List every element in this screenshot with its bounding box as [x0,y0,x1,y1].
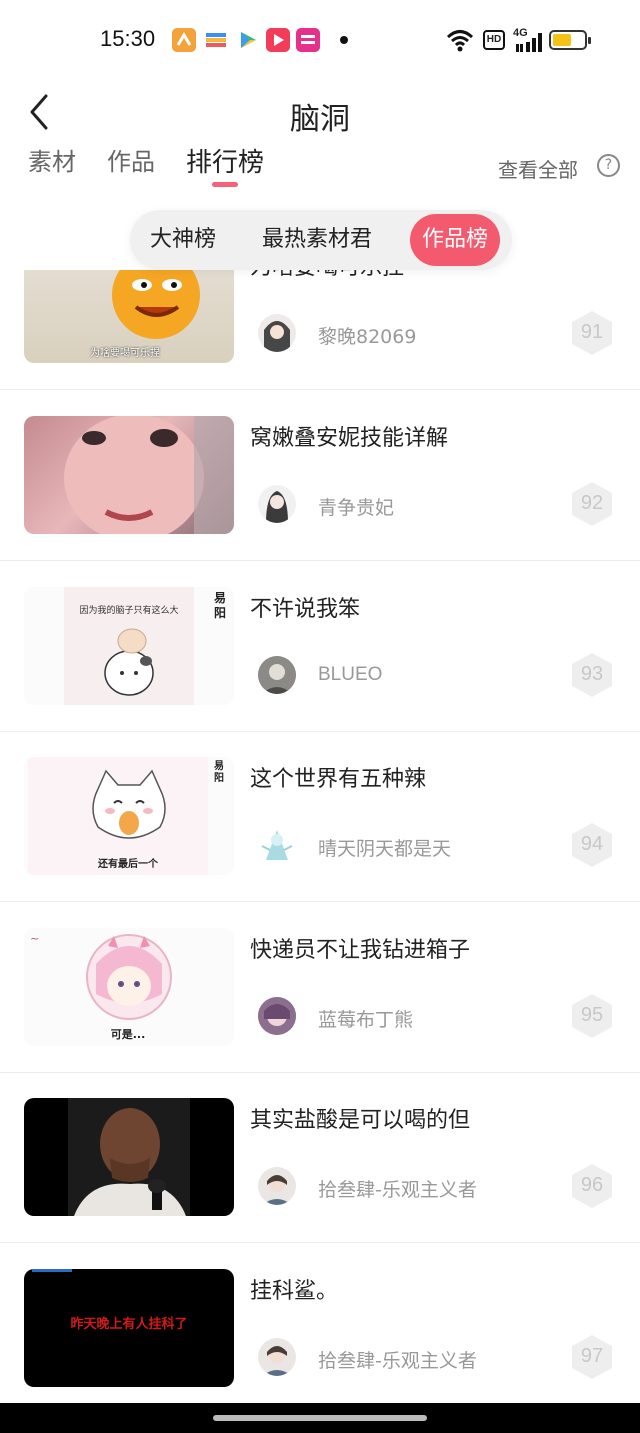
author-name: 拾叁肆-乐观主义者 [318,1350,477,1372]
thumbnail-caption: 昨天晚上有人挂科了 [70,1317,188,1332]
wallet-app-icon [204,28,228,52]
segment-works[interactable]: 作品榜 [410,214,500,266]
rank-badge: 91 [570,309,614,357]
rank-number: 95 [580,1004,604,1026]
list-item[interactable]: 昨天晚上有人挂科了 挂科鲨。 拾叁肆-乐观主义者 97 [0,1243,640,1403]
video-thumbnail [24,416,234,534]
tab-materials[interactable]: 素材 [28,142,76,177]
avatar[interactable] [258,485,296,523]
status-bar: 15:30 HD 4G [0,0,640,80]
avatar[interactable] [258,826,296,864]
thumbnail-caption: 因为我的脑子只有这么大 [79,606,179,616]
video-thumbnail: ~ 可是... [24,928,234,1046]
avatar[interactable] [258,1167,296,1205]
author-name: 蓝莓布丁熊 [318,1009,414,1031]
author-name: 晴天阴天都是天 [318,838,452,860]
thumbnail-caption: 还有最后一个 [98,859,158,870]
thumbnail-caption: 可是... [110,1028,146,1041]
thumbnail-side-text: 易阳 [214,591,227,620]
item-title: 这个世界有五种辣 [250,767,427,792]
list-item[interactable]: 为啥要喝可乐捏 为啥要喝可乐捏 黎晚82069 91 [0,270,640,390]
item-title: 为啥要喝可乐捏 [250,270,404,281]
list-item[interactable]: 因为我的脑子只有这么大 易阳 不许说我笨 BLUEO 93 [0,561,640,732]
play-store-icon [236,28,260,52]
author-name: 拾叁肆-乐观主义者 [318,1179,477,1201]
item-title: 快递员不让我钻进箱子 [250,938,471,963]
rank-badge: 96 [570,1162,614,1210]
author-name: 青争贵妃 [318,497,395,519]
rank-number: 94 [580,833,604,855]
rank-badge: 92 [570,480,614,528]
hd-badge: HD [483,30,505,50]
pink-app-icon [296,28,320,52]
signal-icon [516,33,542,52]
avatar[interactable] [258,314,296,352]
list-item[interactable]: ~ 可是... 快递员不让我钻进箱子 蓝莓布丁熊 95 [0,902,640,1073]
video-thumbnail: 还有最后一个 易阳 [24,757,234,875]
ranking-segment-control: 大神榜 最热素材君 作品榜 [130,210,512,270]
orange-app-icon [172,28,196,52]
thumbnail-caption: 为啥要喝可乐捏 [90,348,160,359]
ranking-list: 为啥要喝可乐捏 为啥要喝可乐捏 黎晚82069 91 [0,270,640,1403]
avatar[interactable] [258,1338,296,1376]
list-item[interactable]: 其实盐酸是可以喝的但 拾叁肆-乐观主义者 96 [0,1072,640,1243]
rank-badge: 93 [570,651,614,699]
tab-ranking[interactable]: 排行榜 [186,142,264,179]
video-thumbnail: 因为我的脑子只有这么大 易阳 [24,587,234,705]
segment-masters[interactable]: 大神榜 [150,210,216,270]
item-title: 挂科鲨。 [250,1279,339,1304]
rank-number: 92 [580,492,604,514]
thumbnail-side-text: 易阳 [214,761,224,784]
app-screen: 15:30 HD 4G 脑洞 素材 作品 排行榜 查看全部 ? 为啥要喝可乐捏 … [0,0,640,1433]
author-name: BLUEO [318,664,383,685]
video-thumbnail [24,1098,234,1216]
video-app-icon [266,28,290,52]
content-tabs: 素材 作品 排行榜 查看全部 ? [0,142,640,192]
wifi-icon [446,30,474,52]
help-icon[interactable]: ? [597,154,620,177]
home-indicator[interactable] [213,1415,427,1421]
rank-number: 96 [580,1174,604,1196]
list-item[interactable]: 还有最后一个 易阳 这个世界有五种辣 晴天阴天都是天 94 [0,731,640,902]
author-name: 黎晚82069 [318,326,417,348]
segment-hot-creators[interactable]: 最热素材君 [262,210,372,270]
page-title: 脑洞 [290,102,350,137]
rank-number: 91 [580,321,604,343]
thumbnail-logo: ~ [30,932,40,945]
rank-badge: 94 [570,821,614,869]
rank-badge: 95 [570,992,614,1040]
item-title: 不许说我笨 [250,597,361,622]
battery-icon [549,30,591,50]
list-item[interactable]: 窝嫩叠安妮技能详解 青争贵妃 92 [0,390,640,561]
item-title: 其实盐酸是可以喝的但 [250,1108,471,1133]
tab-works[interactable]: 作品 [107,142,155,177]
view-all-link[interactable]: 查看全部 [498,154,578,183]
avatar[interactable] [258,997,296,1035]
active-tab-indicator [212,182,238,187]
avatar[interactable] [258,656,296,694]
video-thumbnail: 为啥要喝可乐捏 [24,270,234,363]
item-title: 窝嫩叠安妮技能详解 [250,426,449,451]
rank-number: 93 [580,663,604,685]
system-nav-bar [0,1403,640,1433]
status-time: 15:30 [100,26,156,51]
rank-number: 97 [580,1345,604,1367]
video-thumbnail: 昨天晚上有人挂科了 [24,1269,234,1387]
notification-dot [340,36,348,44]
rank-badge: 97 [570,1333,614,1381]
thumbnail-watermark [32,1269,72,1272]
